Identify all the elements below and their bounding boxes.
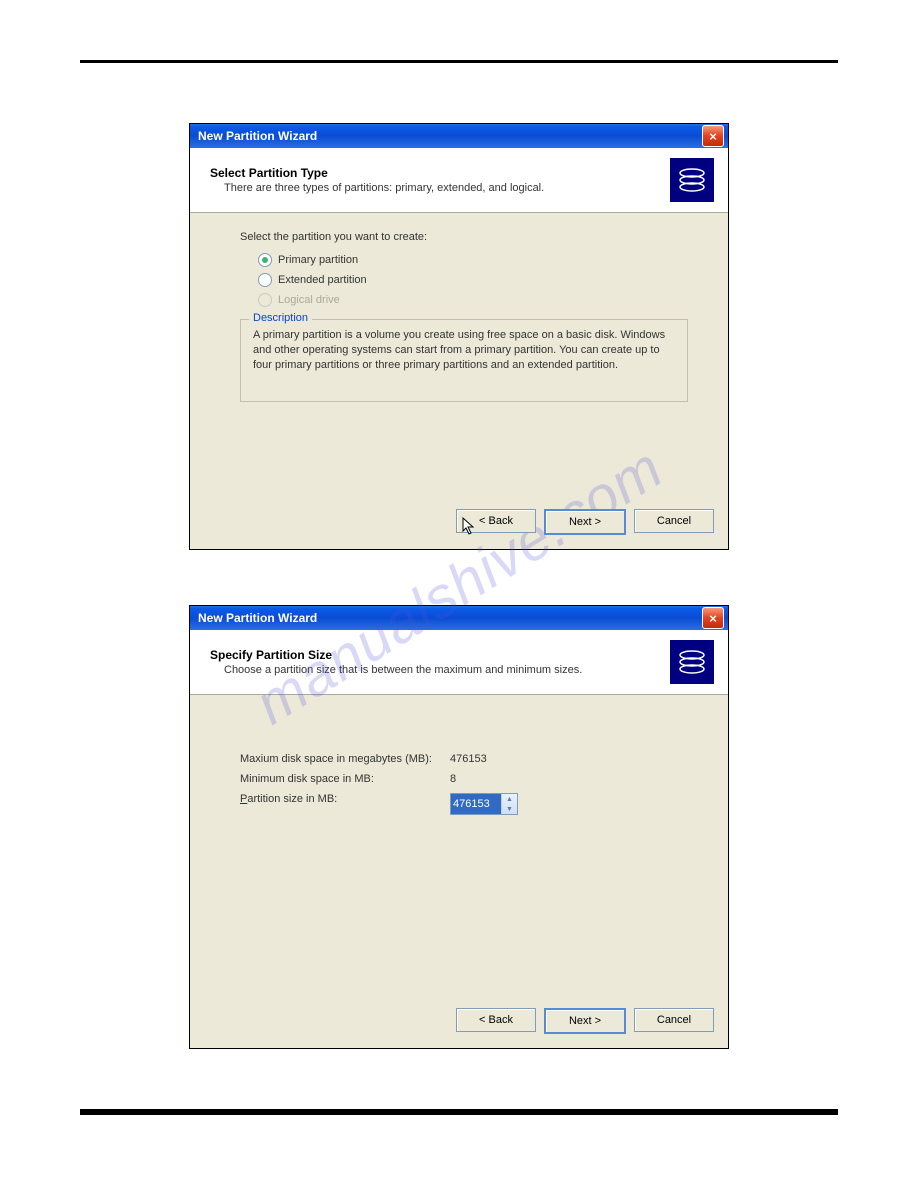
back-button[interactable]: < Back: [456, 509, 536, 533]
next-button[interactable]: Next >: [544, 509, 626, 535]
page-heading: Specify Partition Size: [210, 648, 670, 662]
min-space-value: 8: [450, 773, 456, 785]
close-button[interactable]: ×: [702, 607, 724, 629]
partition-size-label: Partition size in MB:: [240, 793, 450, 815]
radio-icon: [258, 293, 272, 307]
instruction-text: Select the partition you want to create:: [240, 231, 694, 243]
close-icon: ×: [709, 129, 717, 144]
radio-logical-drive: Logical drive: [258, 293, 694, 307]
button-row: < Back Next > Cancel: [190, 998, 728, 1048]
radio-primary-partition[interactable]: Primary partition: [258, 253, 694, 267]
back-button[interactable]: < Back: [456, 1008, 536, 1032]
page-subheading: There are three types of partitions: pri…: [210, 182, 670, 194]
radio-label: Primary partition: [278, 254, 358, 266]
radio-label: Extended partition: [278, 274, 367, 286]
partition-size-input[interactable]: [451, 794, 501, 814]
bottom-divider: [80, 1109, 838, 1115]
min-space-row: Minimum disk space in MB: 8: [240, 773, 694, 785]
partition-size-spinner[interactable]: ▲ ▼: [450, 793, 518, 815]
cancel-button[interactable]: Cancel: [634, 509, 714, 533]
page-subheading: Choose a partition size that is between …: [210, 664, 670, 676]
description-legend: Description: [249, 312, 312, 324]
dialog-specify-partition-size: New Partition Wizard × Specify Partition…: [189, 605, 729, 1049]
radio-label: Logical drive: [278, 294, 340, 306]
close-button[interactable]: ×: [702, 125, 724, 147]
partition-size-row: Partition size in MB: ▲ ▼: [240, 793, 694, 815]
close-icon: ×: [709, 611, 717, 626]
radio-extended-partition[interactable]: Extended partition: [258, 273, 694, 287]
window-title: New Partition Wizard: [198, 611, 317, 625]
wizard-header: Specify Partition Size Choose a partitio…: [190, 630, 728, 695]
dialog-select-partition-type: New Partition Wizard × Select Partition …: [189, 123, 729, 550]
window-title: New Partition Wizard: [198, 129, 317, 143]
wizard-header: Select Partition Type There are three ty…: [190, 148, 728, 213]
disk-icon: [670, 640, 714, 684]
top-divider: [80, 60, 838, 63]
description-box: Description A primary partition is a vol…: [240, 319, 688, 402]
disk-icon: [670, 158, 714, 202]
next-button[interactable]: Next >: [544, 1008, 626, 1034]
max-space-value: 476153: [450, 753, 487, 765]
radio-icon: [258, 253, 272, 267]
description-text: A primary partition is a volume you crea…: [253, 328, 675, 373]
max-space-label: Maxium disk space in megabytes (MB):: [240, 753, 450, 765]
titlebar[interactable]: New Partition Wizard ×: [190, 606, 728, 630]
max-space-row: Maxium disk space in megabytes (MB): 476…: [240, 753, 694, 765]
cancel-button[interactable]: Cancel: [634, 1008, 714, 1032]
page-heading: Select Partition Type: [210, 166, 670, 180]
spinner-down-icon[interactable]: ▼: [502, 804, 517, 814]
spinner-up-icon[interactable]: ▲: [502, 794, 517, 804]
titlebar[interactable]: New Partition Wizard ×: [190, 124, 728, 148]
min-space-label: Minimum disk space in MB:: [240, 773, 450, 785]
button-row: < Back Next > Cancel: [190, 499, 728, 549]
radio-icon: [258, 273, 272, 287]
